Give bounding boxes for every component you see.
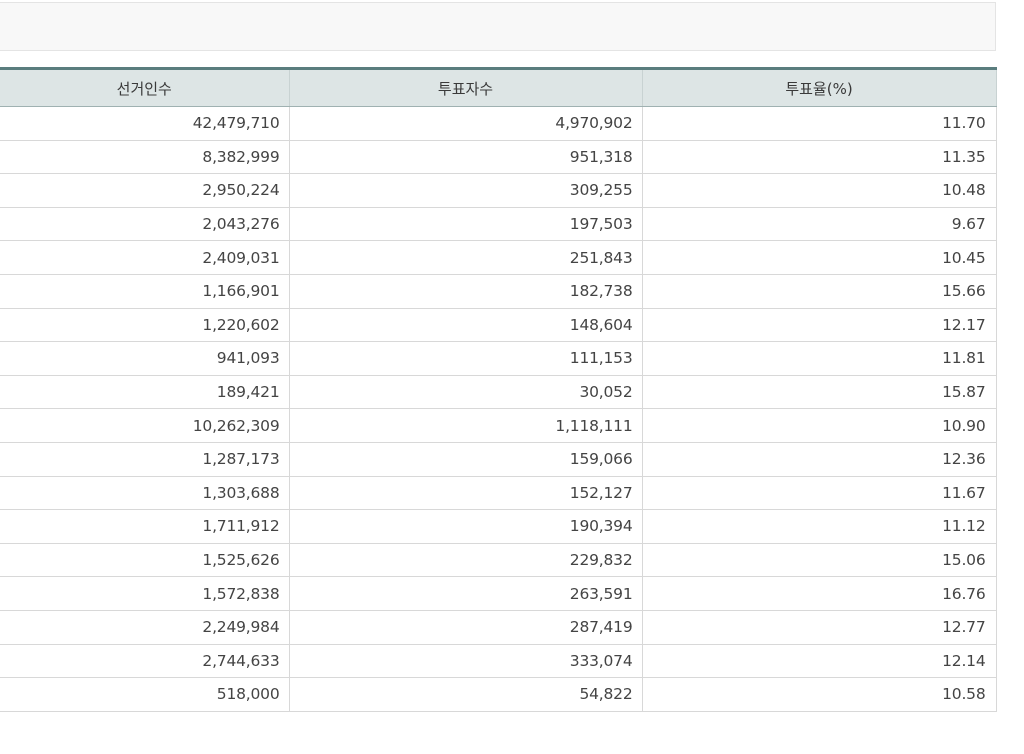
turnout-table: 선거인수 투표자수 투표율(%) 42,479,710 4,970,902 11.7… [0,67,997,712]
electorate-cell: 42,479,710 [0,106,289,141]
turnout-cell: 16.76 [641,576,997,611]
electorate-cell: 2,043,276 [0,207,289,242]
voters-cell: 1,118,111 [288,408,642,443]
table-row: 2,249,984 287,419 12.77 [0,610,997,645]
turnout-cell: 9.67 [641,207,997,242]
voters-cell: 182,738 [288,274,642,309]
table-row: 8,382,999 951,318 11.35 [0,140,997,175]
turnout-cell: 12.14 [641,644,997,679]
table-row: 1,303,688 152,127 11.67 [0,476,997,511]
column-header-voters: 투표자수 [288,67,642,107]
voters-cell: 4,970,902 [288,106,642,141]
table-row: 2,409,031 251,843 10.45 [0,240,997,275]
table-row: 941,093 111,153 11.81 [0,341,997,376]
turnout-table-container: 선거인수 투표자수 투표율(%) 42,479,710 4,970,902 11.7… [0,67,997,712]
turnout-cell: 15.06 [641,543,997,578]
voters-cell: 148,604 [288,308,642,343]
turnout-cell: 15.87 [641,375,997,410]
electorate-cell: 1,166,901 [0,274,289,309]
table-row: 1,220,602 148,604 12.17 [0,308,997,343]
voters-cell: 287,419 [288,610,642,645]
table-row: 1,287,173 159,066 12.36 [0,442,997,477]
table-row: 1,525,626 229,832 15.06 [0,543,997,578]
header-row: 선거인수 투표자수 투표율(%) [0,67,997,107]
table-row: 1,572,838 263,591 16.76 [0,576,997,611]
electorate-cell: 1,711,912 [0,509,289,544]
turnout-cell: 12.77 [641,610,997,645]
voters-cell: 309,255 [288,173,642,208]
turnout-cell: 12.36 [641,442,997,477]
voters-cell: 152,127 [288,476,642,511]
turnout-cell: 10.48 [641,173,997,208]
filter-panel [0,2,996,51]
turnout-cell: 15.66 [641,274,997,309]
table-row: 2,043,276 197,503 9.67 [0,207,997,242]
voters-cell: 30,052 [288,375,642,410]
voters-cell: 111,153 [288,341,642,376]
electorate-cell: 1,572,838 [0,576,289,611]
table-row: 2,950,224 309,255 10.48 [0,173,997,208]
electorate-cell: 2,744,633 [0,644,289,679]
turnout-cell: 10.45 [641,240,997,275]
voters-cell: 197,503 [288,207,642,242]
voters-cell: 54,822 [288,677,642,712]
electorate-cell: 941,093 [0,341,289,376]
voters-cell: 951,318 [288,140,642,175]
voters-cell: 229,832 [288,543,642,578]
table-row: 10,262,309 1,118,111 10.90 [0,408,997,443]
electorate-cell: 1,220,602 [0,308,289,343]
table-row: 2,744,633 333,074 12.14 [0,644,997,679]
table-row: 189,421 30,052 15.87 [0,375,997,410]
voters-cell: 159,066 [288,442,642,477]
electorate-cell: 518,000 [0,677,289,712]
voters-cell: 263,591 [288,576,642,611]
electorate-cell: 10,262,309 [0,408,289,443]
electorate-cell: 2,950,224 [0,173,289,208]
turnout-cell: 11.12 [641,509,997,544]
column-header-electorate: 선거인수 [0,67,289,107]
electorate-cell: 1,525,626 [0,543,289,578]
electorate-cell: 1,287,173 [0,442,289,477]
turnout-cell: 11.81 [641,341,997,376]
electorate-cell: 189,421 [0,375,289,410]
turnout-cell: 11.70 [641,106,997,141]
voters-cell: 251,843 [288,240,642,275]
electorate-cell: 1,303,688 [0,476,289,511]
turnout-cell: 10.58 [641,677,997,712]
turnout-cell: 10.90 [641,408,997,443]
turnout-cell: 12.17 [641,308,997,343]
table-body: 42,479,710 4,970,902 11.70 8,382,999 951,318… [0,106,997,712]
table-header: 선거인수 투표자수 투표율(%) [0,67,997,107]
column-header-turnout: 투표율(%) [641,67,997,107]
electorate-cell: 8,382,999 [0,140,289,175]
electorate-cell: 2,409,031 [0,240,289,275]
table-row: 42,479,710 4,970,902 11.70 [0,106,997,141]
voters-cell: 190,394 [288,509,642,544]
table-row: 518,000 54,822 10.58 [0,677,997,712]
table-row: 1,166,901 182,738 15.66 [0,274,997,309]
table-row: 1,711,912 190,394 11.12 [0,509,997,544]
voters-cell: 333,074 [288,644,642,679]
electorate-cell: 2,249,984 [0,610,289,645]
turnout-cell: 11.35 [641,140,997,175]
turnout-cell: 11.67 [641,476,997,511]
